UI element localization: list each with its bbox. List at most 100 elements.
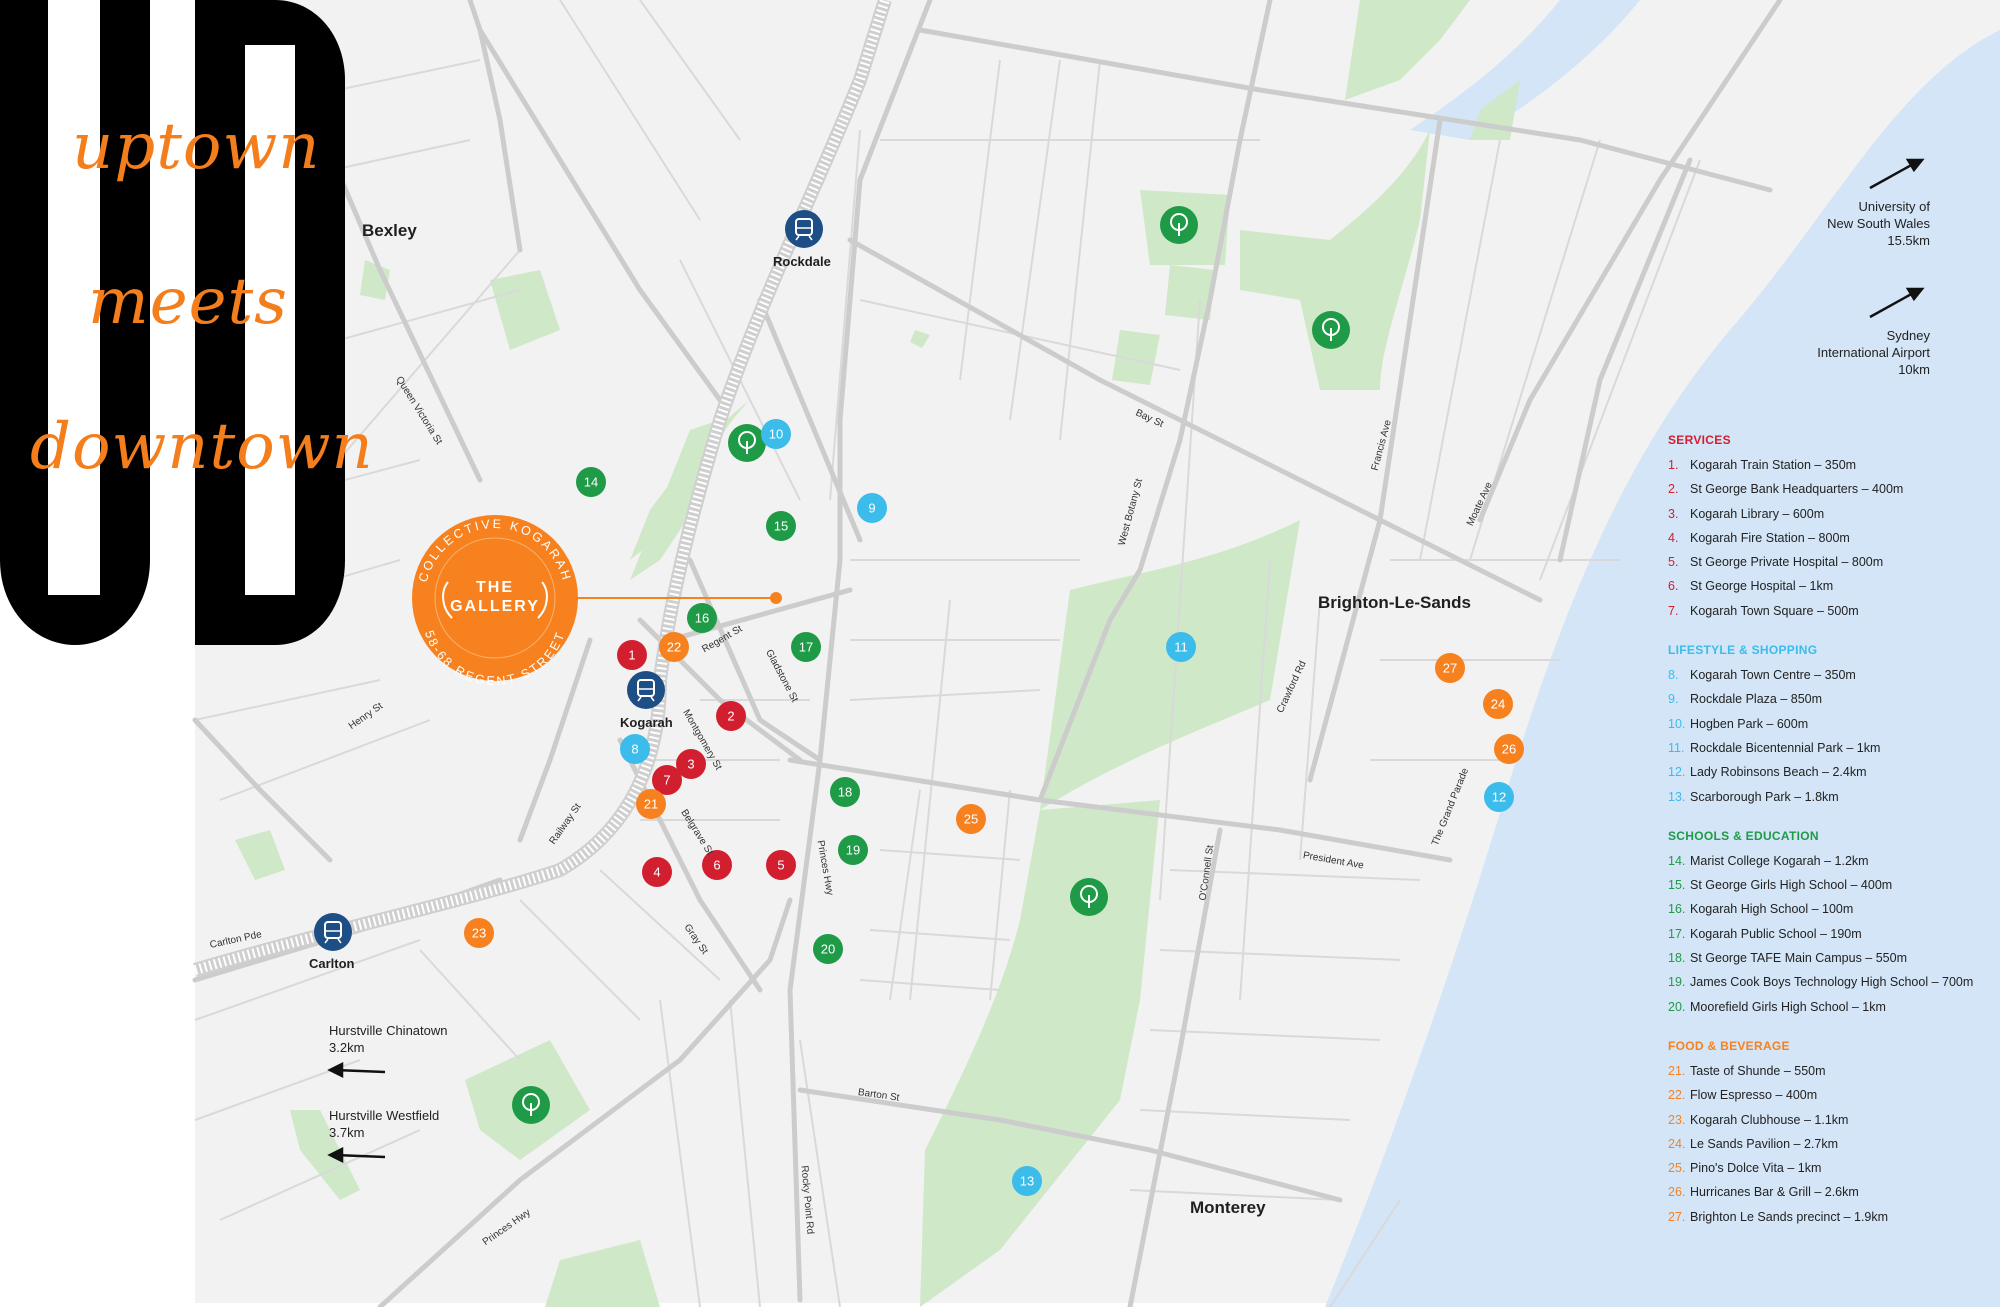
legend-item-number: 10. [1668,716,1686,731]
legend-item-label: Kogarah Public School – 190m [1690,926,1862,941]
pointer-dot [770,592,782,604]
poi-marker[interactable]: 8 [620,734,650,764]
destination-line: Hurstville Westfield [329,1108,440,1123]
tree-icon [512,1086,550,1124]
poi-marker[interactable]: 9 [857,493,887,523]
legend-item-label: St George TAFE Main Campus – 550m [1690,951,1907,966]
destination-line: 15.5km [1887,233,1930,248]
legend-item-number: 11. [1668,740,1685,755]
legend-item-number: 21. [1668,1063,1686,1078]
poi-marker[interactable]: 27 [1435,653,1465,683]
poi-marker-number: 19 [846,843,860,858]
legend-item-label: St George Girls High School – 400m [1690,878,1893,893]
poi-marker[interactable]: 18 [830,777,860,807]
legend-item-label: St George Private Hospital – 800m [1690,555,1884,570]
poi-marker-number: 20 [821,942,835,957]
legend-item: 6. St George Hospital – 1km [1668,574,1998,598]
poi-marker[interactable]: 25 [956,804,986,834]
train-icon[interactable] [627,671,665,709]
legend-item-label: Le Sands Pavilion – 2.7km [1690,1136,1839,1151]
legend-item: 14. Marist College Kogarah – 1.2km [1668,849,1998,873]
poi-marker-number: 27 [1443,661,1457,676]
place-brighton-le-sands: Brighton-Le-Sands [1318,593,1471,612]
poi-marker[interactable]: 14 [576,467,606,497]
poi-marker[interactable]: 12 [1484,782,1514,812]
poi-marker-number: 23 [472,926,486,941]
legend-item-label: Kogarah Fire Station – 800m [1690,530,1850,545]
destination-line: 3.7km [329,1125,365,1140]
legend-item-number: 13. [1668,789,1686,804]
poi-marker-number: 26 [1502,742,1516,757]
poi-marker[interactable]: 23 [464,918,494,948]
legend-item-label: Scarborough Park – 1.8km [1690,789,1839,804]
destination-westfield: Hurstville Westfield 3.7km [329,1107,439,1141]
poi-marker-number: 5 [777,858,784,873]
stamp-center-line1: THE [476,579,514,596]
tagline-downtown: downtown [30,410,374,484]
legend-item-number: 16. [1668,902,1686,917]
poi-marker-number: 2 [727,709,734,724]
poi-marker-number: 14 [584,475,598,490]
destination-line: University of [1858,199,1930,214]
legend-item-number: 24. [1668,1136,1686,1151]
legend-item-number: 26. [1668,1185,1686,1200]
legend-item-label: Kogarah Train Station – 350m [1690,458,1857,472]
station-icon-bg [627,671,665,709]
poi-marker[interactable]: 19 [838,835,868,865]
tree-icon [728,424,766,462]
legend-item: 26. Hurricanes Bar & Grill – 2.6km [1668,1180,1998,1204]
legend-item: 18. St George TAFE Main Campus – 550m [1668,946,1998,970]
legend-item-number: 7. [1668,603,1679,618]
legend-item-number: 18. [1668,951,1686,966]
poi-marker-number: 15 [774,519,788,534]
poi-marker[interactable]: 1 [617,640,647,670]
legend-item-number: 14. [1668,853,1686,868]
legend-item: 15. St George Girls High School – 400m [1668,873,1998,897]
poi-marker[interactable]: 20 [813,934,843,964]
train-icon[interactable] [785,210,823,248]
legend-item: 19. James Cook Boys Technology High Schoo… [1668,970,1998,994]
legend-item-label: Kogarah Clubhouse – 1.1km [1690,1112,1849,1127]
poi-marker[interactable]: 11 [1166,632,1196,662]
poi-marker[interactable]: 24 [1483,689,1513,719]
tagline-meets: meets [88,265,288,339]
tree-icon [1160,206,1198,244]
poi-marker[interactable]: 16 [687,603,717,633]
legend-item: 4. Kogarah Fire Station – 800m [1668,526,1998,550]
stamp-center-line2: GALLERY [450,598,540,615]
legend-item-number: 5. [1668,555,1679,570]
poi-marker[interactable]: 17 [791,632,821,662]
poi-marker[interactable]: 5 [766,850,796,880]
destination-line: Sydney [1886,328,1930,343]
destination-line: Hurstville Chinatown [329,1023,448,1038]
legend-item: 21. Taste of Shunde – 550m [1668,1059,1998,1083]
legend-item: 9. Rockdale Plaza – 850m [1668,687,1998,711]
legend-item-label: Hurricanes Bar & Grill – 2.6km [1690,1185,1859,1200]
poi-marker[interactable]: 10 [761,419,791,449]
poi-marker-number: 25 [964,812,978,827]
poi-marker[interactable]: 26 [1494,734,1524,764]
poi-marker-number: 22 [667,640,681,655]
poi-marker-number: 21 [644,797,658,812]
poi-marker[interactable]: 2 [716,701,746,731]
legend-item-number: 6. [1668,579,1679,594]
poi-marker-number: 18 [838,785,852,800]
poi-marker[interactable]: 4 [642,857,672,887]
poi-marker[interactable]: 15 [766,511,796,541]
poi-marker[interactable]: 22 [659,632,689,662]
legend-section-title: FOOD & BEVERAGE [1668,1038,1790,1053]
legend-item: 20. Moorefield Girls High School – 1km [1668,995,1998,1019]
destination-line: New South Wales [1827,216,1930,231]
poi-marker-number: 16 [695,611,709,626]
poi-marker-number: 3 [687,757,694,772]
poi-marker[interactable]: 13 [1012,1166,1042,1196]
poi-marker-number: 4 [653,865,660,880]
legend-item-number: 15. [1668,878,1686,893]
poi-marker[interactable]: 21 [636,789,666,819]
legend-item-label: Rockdale Bicentennial Park – 1km [1690,740,1881,755]
destination-line: International Airport [1817,345,1930,360]
train-icon[interactable] [314,913,352,951]
legend-item: 24. Le Sands Pavilion – 2.7km [1668,1132,1998,1156]
legend-item: 7. Kogarah Town Square – 500m [1668,599,1998,623]
legend-item: 3. Kogarah Library – 600m [1668,502,1998,526]
